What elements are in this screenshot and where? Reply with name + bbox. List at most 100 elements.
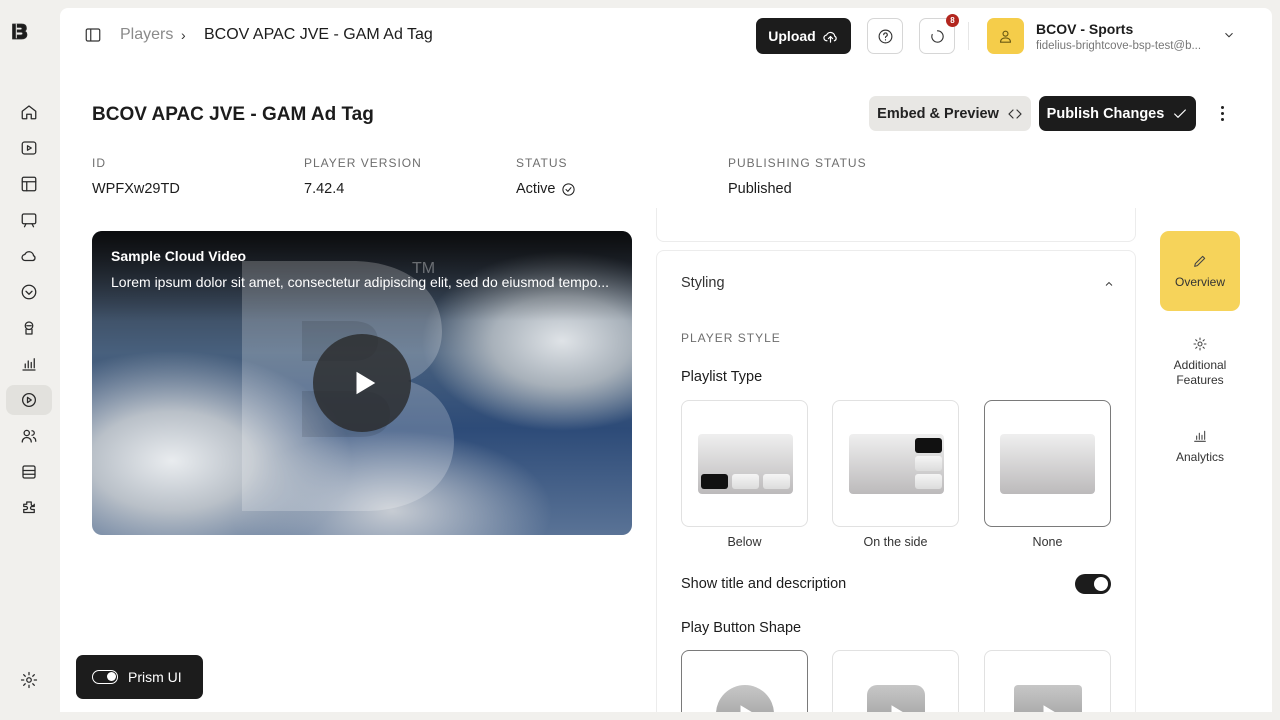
meta-publishing-label: PUBLISHING STATUS xyxy=(728,156,867,170)
play-shape-rounded[interactable] xyxy=(832,650,959,712)
show-title-toggle[interactable] xyxy=(1075,574,1111,594)
flask-icon[interactable] xyxy=(12,314,46,342)
play-button-shape-label: Play Button Shape xyxy=(681,620,802,636)
chevron-up-icon[interactable] xyxy=(1103,277,1117,291)
tab-additional-features-label: Additional Features xyxy=(1174,358,1227,388)
playlist-option-none[interactable] xyxy=(984,400,1111,527)
top-bar: Players › BCOV APAC JVE - GAM Ad Tag Upl… xyxy=(60,8,1272,64)
breadcrumb-current: BCOV APAC JVE - GAM Ad Tag xyxy=(204,26,433,43)
prism-ui-toggle[interactable]: Prism UI xyxy=(76,655,203,699)
code-icon xyxy=(1008,108,1022,119)
styling-header[interactable]: Styling xyxy=(681,275,725,291)
tab-analytics[interactable]: Analytics xyxy=(1160,406,1240,486)
playlist-option-side[interactable] xyxy=(832,400,959,527)
publish-label: Publish Changes xyxy=(1046,105,1165,122)
heart-shield-icon[interactable] xyxy=(12,278,46,306)
player-style-heading: PLAYER STYLE xyxy=(681,331,781,345)
play-shape-square[interactable] xyxy=(984,650,1111,712)
meta-status-value-row: Active xyxy=(516,181,576,197)
account-chevron-down-icon[interactable] xyxy=(1222,28,1238,44)
left-nav-rail xyxy=(0,0,60,720)
thumb-screen xyxy=(1000,434,1095,494)
upload-label: Upload xyxy=(768,28,816,44)
help-button[interactable] xyxy=(867,18,903,54)
tab-analytics-label: Analytics xyxy=(1175,449,1225,464)
video-title: Sample Cloud Video xyxy=(111,248,247,264)
meta-version-label: PLAYER VERSION xyxy=(304,156,422,170)
rounded-square-shape-icon xyxy=(867,685,925,712)
bar-chart-icon xyxy=(1194,430,1206,442)
circle-shape-icon xyxy=(716,685,774,712)
thumb-item xyxy=(732,474,759,489)
page-title: BCOV APAC JVE - GAM Ad Tag xyxy=(92,104,374,125)
play-icon xyxy=(356,371,376,395)
breadcrumb-players[interactable]: Players xyxy=(120,26,173,44)
video-preview[interactable]: TM Sample Cloud Video Lorem ipsum dolor … xyxy=(92,231,632,535)
square-shape-icon xyxy=(1014,685,1082,712)
meta-id-label: ID xyxy=(92,156,106,170)
toggle-switch-icon xyxy=(92,670,118,684)
user-icon xyxy=(999,30,1012,43)
topbar-divider xyxy=(968,22,969,50)
upload-button[interactable]: Upload xyxy=(756,18,851,54)
settings-icon[interactable] xyxy=(12,666,46,694)
show-title-label: Show title and description xyxy=(681,576,847,592)
playlist-type-label: Playlist Type xyxy=(681,369,763,385)
thumb-item xyxy=(915,474,942,489)
analytics-icon[interactable] xyxy=(12,350,46,378)
brightcove-logo[interactable] xyxy=(11,22,45,56)
tab-overview[interactable]: Overview xyxy=(1160,231,1240,311)
play-button[interactable] xyxy=(313,334,411,432)
help-icon xyxy=(878,29,892,43)
monitor-icon[interactable] xyxy=(12,206,46,234)
tab-overview-label: Overview xyxy=(1174,274,1225,289)
account-name[interactable]: BCOV - Sports xyxy=(1036,21,1133,37)
publish-changes-button[interactable]: Publish Changes xyxy=(1039,96,1196,131)
tab-features-line2: Features xyxy=(1176,373,1224,387)
styling-card: Styling PLAYER STYLE Playlist Type Below… xyxy=(656,250,1136,712)
embed-preview-button[interactable]: Embed & Preview xyxy=(869,96,1031,131)
playlist-caption-none: None xyxy=(1032,535,1063,549)
grid-icon[interactable] xyxy=(12,170,46,198)
meta-publishing-value: Published xyxy=(728,181,792,197)
prism-ui-label: Prism UI xyxy=(128,669,182,685)
meta-status: STATUS Active xyxy=(516,156,576,197)
tab-features-line1: Additional xyxy=(1173,358,1227,372)
breadcrumb-separator: › xyxy=(181,27,186,43)
embed-preview-label: Embed & Preview xyxy=(877,105,999,122)
upload-cloud-icon xyxy=(823,31,837,43)
meta-version-value: 7.42.4 xyxy=(304,181,345,197)
thumb-item xyxy=(915,438,942,453)
playlist-caption-side: On the side xyxy=(863,535,928,549)
meta-version: PLAYER VERSION 7.42.4 xyxy=(304,156,422,197)
meta-status-label: STATUS xyxy=(516,156,568,170)
video-description: Lorem ipsum dolor sit amet, consectetur … xyxy=(111,274,610,290)
meta-id-value: WPFXw29TD xyxy=(92,181,180,197)
video-icon[interactable] xyxy=(12,134,46,162)
meta-publishing: PUBLISHING STATUS Published xyxy=(728,156,867,197)
plugin-icon[interactable] xyxy=(12,494,46,522)
shop-icon[interactable] xyxy=(12,458,46,486)
players-icon[interactable] xyxy=(6,385,52,415)
thumb-item xyxy=(701,474,728,489)
gear-icon xyxy=(1193,337,1207,351)
more-options-icon[interactable] xyxy=(1212,103,1232,123)
loading-spinner-icon xyxy=(930,29,944,43)
account-email: fidelius-brightcove-bsp-test@b... xyxy=(1036,40,1202,52)
meta-id: ID WPFXw29TD xyxy=(92,156,180,197)
account-avatar[interactable] xyxy=(987,18,1024,54)
meta-status-value: Active xyxy=(516,181,556,197)
check-icon xyxy=(1174,108,1187,118)
sidebar-toggle-icon[interactable] xyxy=(84,26,104,46)
home-icon[interactable] xyxy=(12,98,46,126)
previous-section-card xyxy=(656,208,1136,242)
pencil-icon xyxy=(1194,255,1206,267)
tab-additional-features[interactable]: Additional Features xyxy=(1160,322,1240,402)
playlist-option-below[interactable] xyxy=(681,400,808,527)
thumb-item xyxy=(763,474,790,489)
cloud-icon[interactable] xyxy=(12,242,46,270)
notification-badge: 8 xyxy=(946,14,959,27)
play-shape-circle[interactable] xyxy=(681,650,808,712)
check-circle-icon xyxy=(561,182,575,196)
users-icon[interactable] xyxy=(12,422,46,450)
